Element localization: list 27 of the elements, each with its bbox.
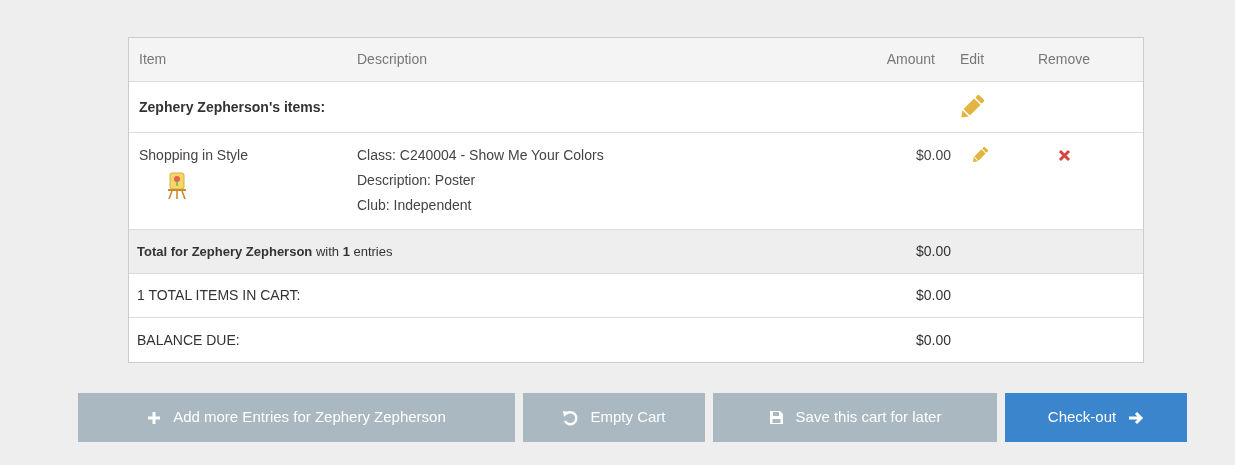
arrow-right-icon	[1128, 410, 1145, 425]
remove-icon[interactable]	[1057, 148, 1071, 162]
item-detail: Description: Poster	[357, 171, 477, 190]
column-header: Amount	[885, 50, 935, 69]
edit-icon[interactable]	[970, 145, 990, 165]
summary-amount: $0.00	[914, 286, 951, 305]
item-amount: $0.00	[914, 146, 951, 165]
item-name: Shopping in Style	[139, 146, 249, 165]
column-header: Item	[138, 50, 168, 69]
column-header: Edit	[958, 50, 986, 69]
column-header: Description	[357, 50, 429, 69]
item-detail: Class: C240004 - Show Me Your Colors	[357, 146, 605, 165]
column-header: Remove	[1036, 50, 1092, 69]
group-title: Zephery Zepherson's items:	[138, 97, 327, 117]
easel-icon	[167, 172, 187, 200]
summary-amount: $0.00	[914, 330, 951, 350]
undo-icon	[562, 409, 579, 426]
item-detail: Club: Independent	[357, 196, 473, 215]
save-button[interactable]: Save this cart for later	[713, 393, 997, 442]
summary-label: 1 TOTAL ITEMS IN CART:	[136, 286, 302, 305]
checkout-button[interactable]: Check-out	[1005, 393, 1187, 442]
summary-label: Total for Zephery Zepherson with 1 entries	[136, 242, 394, 261]
plus-icon	[147, 410, 162, 425]
empty-button[interactable]: Empty Cart	[523, 393, 705, 442]
summary-label: BALANCE DUE:	[136, 330, 241, 350]
summary-amount: $0.00	[914, 242, 951, 261]
add-button[interactable]: Add more Entries for Zephery Zepherson	[78, 393, 515, 442]
